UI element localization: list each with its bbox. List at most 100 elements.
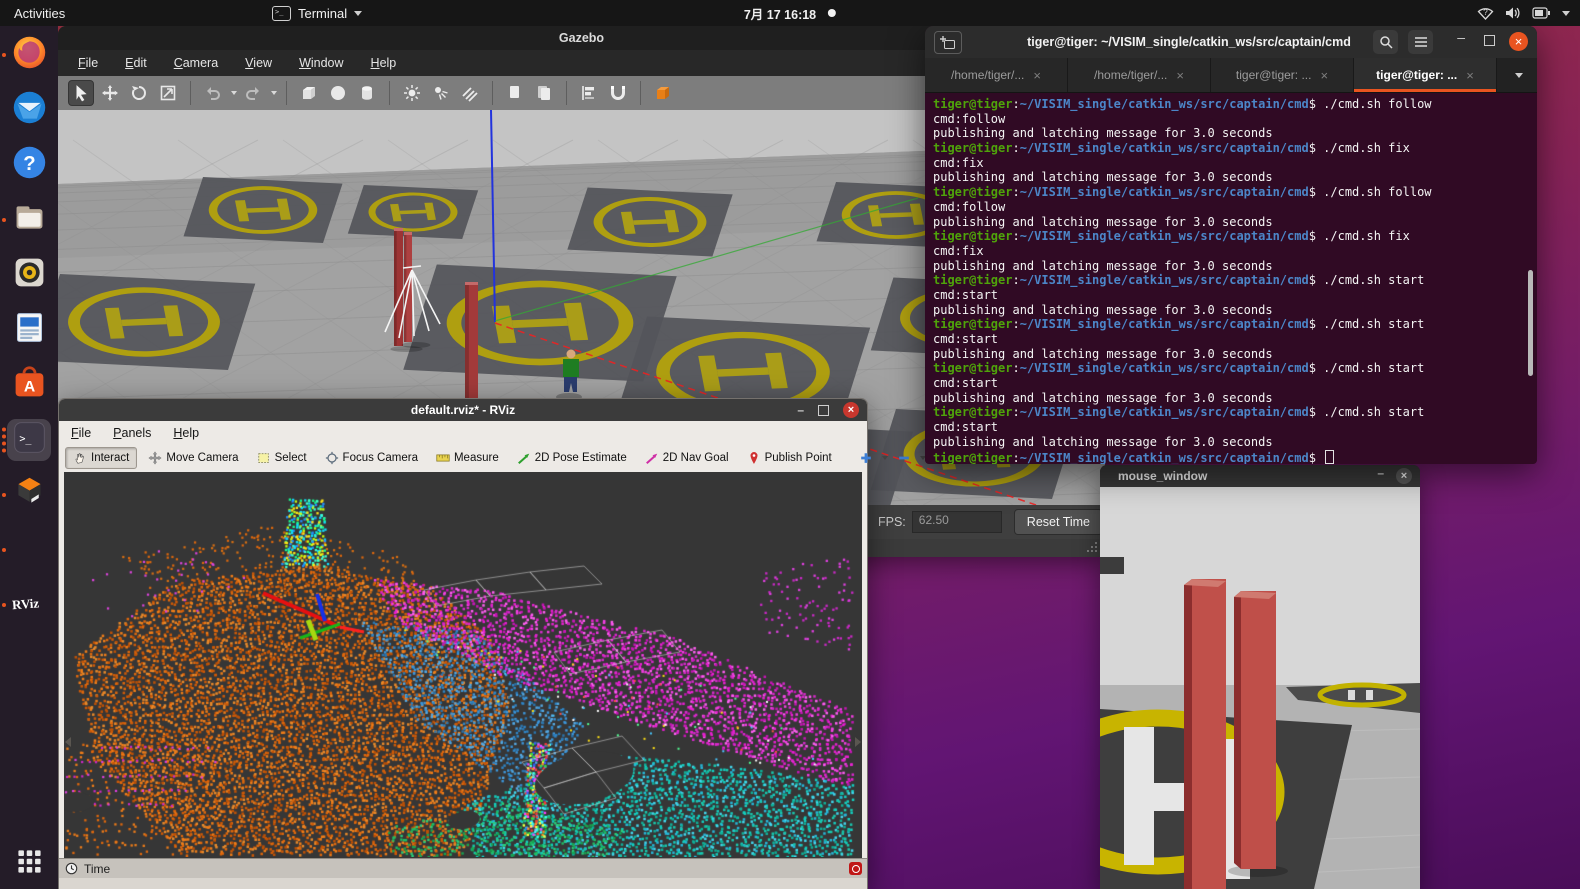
panel-collapse-left-icon[interactable] xyxy=(65,737,71,747)
chevron-down-icon[interactable] xyxy=(271,91,277,95)
copy-button[interactable] xyxy=(502,80,528,106)
tab-close-icon[interactable]: × xyxy=(1320,68,1328,83)
desktop: Gazebo FileEditCameraViewWindowHelp FPS:… xyxy=(0,0,1580,889)
system-tray[interactable]: ? xyxy=(1477,6,1570,20)
menu-button[interactable] xyxy=(1408,30,1433,54)
directional-light-button[interactable] xyxy=(457,80,483,106)
tab-close-icon[interactable]: × xyxy=(1033,68,1041,83)
minimize-icon[interactable]: – xyxy=(797,403,804,417)
translate-mode-button[interactable] xyxy=(97,80,123,106)
terminal-output[interactable]: tiger@tiger:~/VISIM_single/catkin_ws/src… xyxy=(925,93,1537,464)
gazebo-menu-view[interactable]: View xyxy=(245,56,272,70)
close-icon[interactable]: × xyxy=(843,402,859,418)
terminal-cursor xyxy=(1325,450,1334,464)
tab-close-icon[interactable]: × xyxy=(1466,68,1474,83)
redo-button[interactable] xyxy=(240,80,266,106)
gazebo-menu-edit[interactable]: Edit xyxy=(125,56,147,70)
zoom-out-button[interactable] xyxy=(897,451,911,465)
fps-value: 62.50 xyxy=(919,513,949,527)
view-box-button[interactable] xyxy=(650,80,676,106)
terminal-line: tiger@tiger:~/VISIM_single/catkin_ws/src… xyxy=(933,450,1537,465)
dock-item-help[interactable]: ? xyxy=(7,144,51,186)
time-panel-close-icon[interactable] xyxy=(849,862,862,875)
clock[interactable]: 7月 17 16:18 xyxy=(744,4,836,23)
chevron-down-icon[interactable] xyxy=(231,91,237,95)
search-button[interactable] xyxy=(1373,30,1398,54)
resize-grip-icon[interactable] xyxy=(1086,541,1098,553)
dock-item-terminal[interactable]: >_ xyxy=(7,419,51,461)
tab-list-button[interactable] xyxy=(1497,58,1537,92)
mouse-window-viewport[interactable] xyxy=(1100,487,1420,889)
dock-item-rhythmbox[interactable] xyxy=(7,254,51,296)
maximize-icon[interactable] xyxy=(818,405,829,416)
terminal-scrollbar[interactable] xyxy=(1528,270,1533,376)
dock-item-libreoffice-writer[interactable] xyxy=(7,309,51,351)
fps-value-field[interactable]: 62.50 xyxy=(912,511,1002,533)
spot-light-button[interactable] xyxy=(428,80,454,106)
dock-item-rviz[interactable]: RViz xyxy=(7,584,51,626)
dock-item-show-applications[interactable] xyxy=(7,843,51,885)
new-tab-button[interactable] xyxy=(934,31,962,54)
close-icon[interactable]: × xyxy=(1509,32,1528,51)
close-icon[interactable]: × xyxy=(1396,468,1412,484)
snap-button[interactable] xyxy=(605,80,631,106)
tool-label: Interact xyxy=(91,452,129,464)
tool-interact[interactable]: Interact xyxy=(65,447,137,469)
minimize-icon[interactable]: – xyxy=(1377,466,1384,480)
tool-publish-point[interactable]: Publish Point xyxy=(740,448,839,468)
tool-2d-pose-estimate[interactable]: 2D Pose Estimate xyxy=(510,448,634,468)
gazebo-menu-camera[interactable]: Camera xyxy=(174,56,218,70)
insert-box-button[interactable] xyxy=(296,80,322,106)
tool-measure[interactable]: Measure xyxy=(429,448,506,468)
mouse-window-title: mouse_window xyxy=(1118,469,1207,483)
gazebo-menu-window[interactable]: Window xyxy=(299,56,343,70)
terminal-tab[interactable]: tiger@tiger: ...× xyxy=(1211,58,1354,92)
dock-item-files[interactable] xyxy=(7,199,51,241)
terminal-tab[interactable]: tiger@tiger: ...× xyxy=(1354,58,1497,92)
rotate-mode-button[interactable] xyxy=(126,80,152,106)
chevron-down-icon[interactable] xyxy=(882,456,888,460)
terminal-titlebar[interactable]: tiger@tiger: ~/VISIM_single/catkin_ws/sr… xyxy=(925,26,1537,58)
indicator-dot xyxy=(2,218,6,222)
gazebo-menu-help[interactable]: Help xyxy=(371,56,397,70)
tool-move-camera[interactable]: Move Camera xyxy=(141,448,245,468)
select-mode-button[interactable] xyxy=(68,80,94,106)
rviz-menu-file[interactable]: File xyxy=(71,426,91,440)
gazebo-menu-file[interactable]: File xyxy=(78,56,98,70)
rviz-menu-help[interactable]: Help xyxy=(173,426,199,440)
dock-item-unknown-app[interactable] xyxy=(7,529,51,571)
tool-select[interactable]: Select xyxy=(250,448,314,468)
dock-item-thunderbird[interactable] xyxy=(7,89,51,131)
dock-item-firefox[interactable] xyxy=(7,34,51,76)
tool-2d-nav-goal[interactable]: 2D Nav Goal xyxy=(638,448,736,468)
rviz-viewport[interactable] xyxy=(64,472,862,858)
dock-item-ubuntu-software[interactable]: A xyxy=(7,364,51,406)
activities-button[interactable]: Activities xyxy=(14,6,65,21)
tool-focus-camera[interactable]: Focus Camera xyxy=(318,448,425,468)
app-menu[interactable]: >_ Terminal xyxy=(272,6,362,21)
maximize-icon[interactable] xyxy=(1484,35,1495,46)
undo-button[interactable] xyxy=(200,80,226,106)
tool-label: 2D Pose Estimate xyxy=(535,452,627,464)
zoom-in-button[interactable] xyxy=(859,451,873,465)
rviz-menu-panels[interactable]: Panels xyxy=(113,426,151,440)
point-light-button[interactable] xyxy=(399,80,425,106)
insert-cylinder-button[interactable] xyxy=(354,80,380,106)
mouse-window-titlebar[interactable]: mouse_window – × xyxy=(1100,465,1420,487)
reset-time-button[interactable]: Reset Time xyxy=(1014,509,1103,535)
terminal-tab[interactable]: /home/tiger/...× xyxy=(925,58,1068,92)
scale-mode-button[interactable] xyxy=(155,80,181,106)
tab-close-icon[interactable]: × xyxy=(1176,68,1184,83)
paste-button[interactable] xyxy=(531,80,557,106)
minimize-icon[interactable]: – xyxy=(1457,29,1465,45)
helipad xyxy=(567,188,732,257)
insert-sphere-button[interactable] xyxy=(325,80,351,106)
panel-collapse-right-icon[interactable] xyxy=(855,737,861,747)
mouse-window-scene xyxy=(1100,487,1420,889)
terminal-tab[interactable]: /home/tiger/...× xyxy=(1068,58,1211,92)
thunderbird-icon xyxy=(11,89,48,131)
dock-item-gazebo[interactable] xyxy=(7,474,51,516)
align-button[interactable] xyxy=(576,80,602,106)
rviz-pointcloud-canvas[interactable] xyxy=(64,472,862,857)
rviz-titlebar[interactable]: default.rviz* - RViz – × xyxy=(59,399,867,421)
